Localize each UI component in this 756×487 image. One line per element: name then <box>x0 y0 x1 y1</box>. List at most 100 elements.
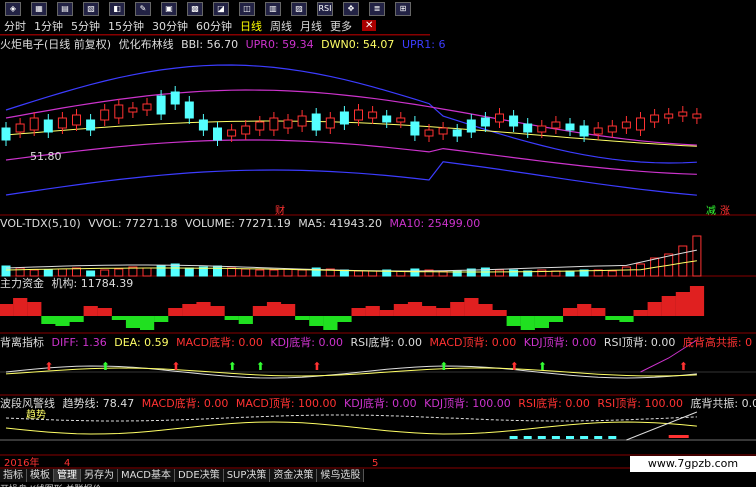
capital-bar <box>41 316 56 324</box>
stock-chart-canvas[interactable]: ⬆ ⬆ ⬆ ⬆ ⬆ ⬆ ⬆ ⬆ ⬆ ⬆ <box>0 0 756 487</box>
band-mark <box>523 436 532 439</box>
capital-bar <box>168 308 183 316</box>
capital-bar <box>478 304 493 316</box>
divergence-arrow: ⬆ <box>44 360 53 373</box>
volume-bar <box>29 269 39 277</box>
capital-bar <box>69 316 84 322</box>
candle-body <box>213 127 222 141</box>
candle-body <box>523 123 533 133</box>
period-5-button[interactable]: 60分钟 <box>192 18 236 34</box>
candle-body <box>537 125 547 133</box>
candle-body <box>170 91 180 105</box>
diff-value: DIFF: 1.36 <box>51 336 107 349</box>
candle-body <box>43 119 53 133</box>
upper-band-line <box>5 64 697 164</box>
period-8-button[interactable]: 月线 <box>296 18 326 34</box>
capital-bar <box>520 316 535 330</box>
divergence-arrow: ⬆ <box>171 360 180 373</box>
candle-body <box>198 119 208 131</box>
candle-body <box>227 129 237 137</box>
candle-body <box>424 129 434 137</box>
candle-body <box>509 115 519 127</box>
period-2-button[interactable]: 5分钟 <box>67 18 104 34</box>
volume-header: VOL-TDX(5,10) VVOL: 77271.18 VOLUME: 772… <box>0 217 484 230</box>
band-mark <box>566 436 574 439</box>
capital-bar <box>55 316 70 326</box>
capital-bar <box>379 310 394 316</box>
period-9-button[interactable]: 更多 <box>326 18 356 34</box>
tab-0[interactable]: 指标 <box>0 469 27 482</box>
org-value: 机构: 11784.39 <box>51 277 134 290</box>
band-mark <box>580 436 589 439</box>
capital-bar <box>407 302 423 316</box>
capital-bar <box>689 286 705 316</box>
tab-3[interactable]: 另存为 <box>81 469 118 482</box>
band-mark <box>509 436 518 439</box>
capital-bar <box>295 316 310 320</box>
tab-4[interactable]: MACD基本 <box>118 469 175 482</box>
divergence-arrow: ⬆ <box>228 360 237 373</box>
capital-bar <box>224 316 239 320</box>
candle-body <box>297 115 307 127</box>
period-6-button[interactable]: 日线 <box>236 18 266 34</box>
period-3-button[interactable]: 15分钟 <box>104 18 148 34</box>
volume-bar <box>621 266 631 277</box>
capital-bar <box>647 302 662 316</box>
vol-title: VOL-TDX(5,10) <box>0 217 81 230</box>
candle-body <box>692 113 702 119</box>
dea-value: DEA: 0.59 <box>114 336 169 349</box>
jian-marker[interactable]: 减 <box>706 205 716 218</box>
capital-bar <box>323 316 338 330</box>
capital-bar <box>633 310 648 316</box>
volume-bar <box>297 269 307 277</box>
candle-body <box>466 119 476 133</box>
tab-2[interactable]: 管理 <box>54 469 81 482</box>
volume-bar <box>114 268 124 277</box>
divergence-arrow: ⬆ <box>510 360 519 373</box>
capital-bar <box>591 308 606 316</box>
volume-bar <box>213 265 222 277</box>
volume-bar <box>269 269 279 277</box>
divergence-header: 背离指标 DIFF: 1.36 DEA: 0.59 MACD底背: 0.00 K… <box>0 336 756 349</box>
divergence-arrow: ⬆ <box>101 360 110 373</box>
tab-8[interactable]: 候鸟选股 <box>317 469 365 482</box>
capital-bar <box>661 296 676 316</box>
volume-bar <box>184 267 194 277</box>
period-4-button[interactable]: 30分钟 <box>148 18 192 34</box>
capital-bar <box>450 302 465 316</box>
period-0-button[interactable]: 分时 <box>0 18 30 34</box>
volume-bar <box>57 268 67 277</box>
capital-bar <box>464 298 479 316</box>
watermark: www.7gpzb.com <box>630 456 756 472</box>
volume-bar <box>100 269 110 277</box>
capital-bar <box>140 316 155 330</box>
capital-bar <box>492 310 507 316</box>
capital-bar <box>281 304 296 316</box>
capital-bar <box>534 316 549 328</box>
period-7-button[interactable]: 周线 <box>266 18 296 34</box>
volume-bar <box>86 270 96 277</box>
divergence-arrow: ⬆ <box>256 360 265 373</box>
capital-bar <box>27 302 42 316</box>
volume-bar <box>283 268 293 277</box>
divergence-arrow: ⬆ <box>538 360 547 373</box>
band-header: 波段风警线 趋势线: 78.47 MACD底背: 0.00 MACD顶背: 10… <box>0 397 756 410</box>
volume-bar <box>43 269 53 277</box>
tab-5[interactable]: DDE决策 <box>174 469 224 482</box>
tab-6[interactable]: SUP决策 <box>223 469 271 482</box>
capital-bar <box>0 304 14 316</box>
candle-body <box>565 123 575 131</box>
zhang-marker[interactable]: 涨 <box>720 205 730 218</box>
candle-body <box>396 117 406 123</box>
tab-1[interactable]: 模板 <box>27 469 54 482</box>
period-1-button[interactable]: 1分钟 <box>30 18 67 34</box>
bottom-tab-bar: 指标 模板 管理 另存为 MACD基本 DDE决策 SUP决策 资金决策 候鸟选股 <box>0 469 365 482</box>
close-icon[interactable]: ✕ <box>362 20 377 31</box>
capital-bar <box>337 316 352 322</box>
band-trend-line <box>5 414 697 422</box>
period-row: 分时 1分钟 5分钟 15分钟 30分钟 60分钟 日线 周线 月线 更多 ✕ <box>0 17 430 35</box>
trend-value: 趋势线: 78.47 <box>62 397 135 410</box>
tab-7[interactable]: 资金决策 <box>270 469 318 482</box>
capital-bar <box>506 316 521 326</box>
bbi-line <box>5 120 697 147</box>
